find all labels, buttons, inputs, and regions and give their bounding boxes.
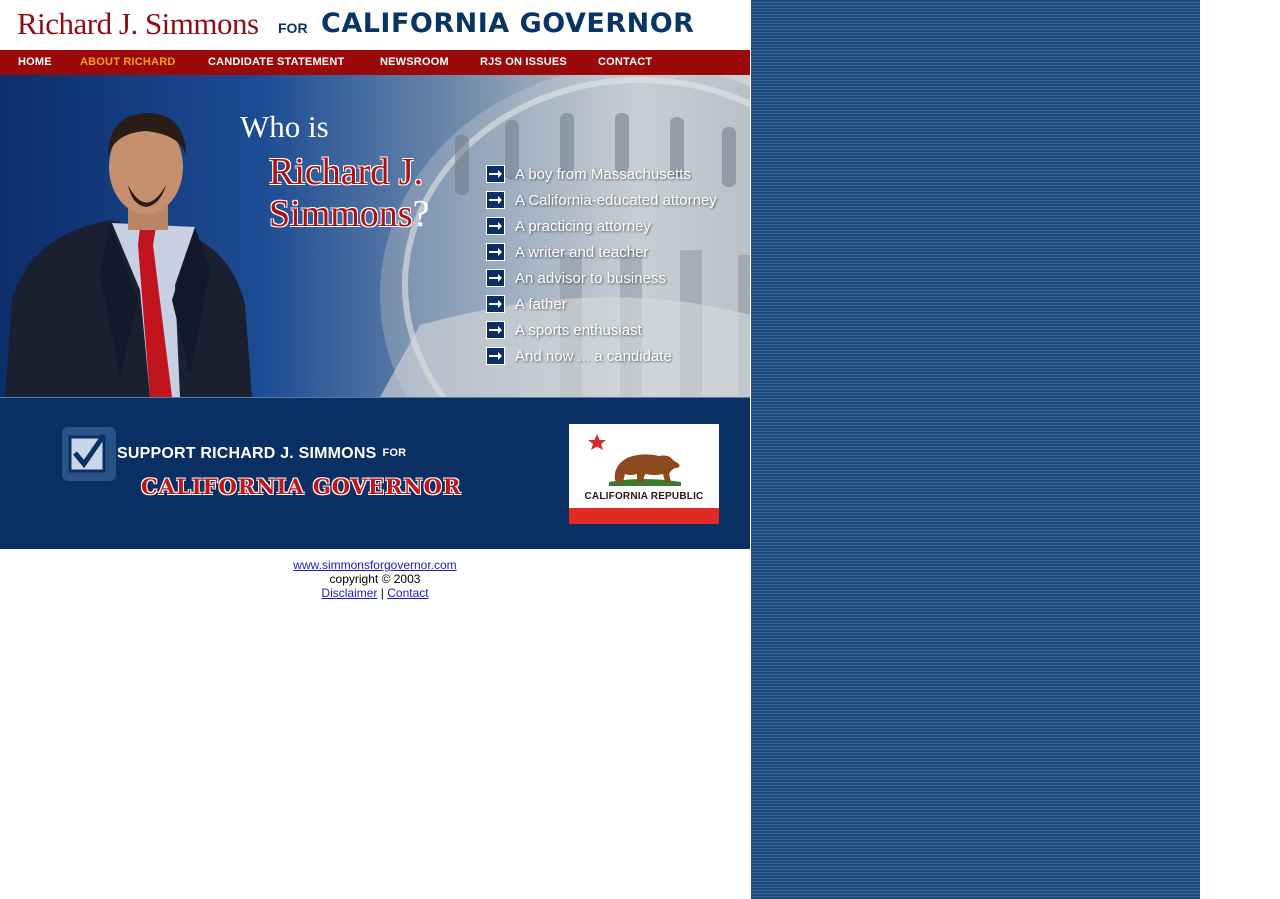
candidate-name-line2: Simmons — [269, 193, 413, 235]
arrow-right-icon — [486, 217, 505, 235]
question-mark: ? — [412, 193, 430, 235]
list-item: A writer and teacher — [486, 239, 717, 265]
support-text: SUPPORT RICHARD J. SIMMONS — [117, 445, 377, 462]
disclaimer-link[interactable]: Disclaimer — [321, 586, 377, 600]
support-office-title: CALIFORNIA GOVERNOR — [141, 474, 462, 499]
list-item: A boy from Massachusetts — [486, 161, 717, 187]
who-is-candidate-name: Richard J. Simmons? — [269, 151, 429, 235]
main-nav: HOME ABOUT RICHARD CANDIDATE STATEMENT N… — [0, 50, 750, 75]
bullet-text: And now ... a candidate — [515, 347, 672, 365]
bullet-text: A California-educated attorney — [515, 191, 717, 209]
bullet-text: A boy from Massachusetts — [515, 165, 691, 183]
page-content: Richard J. Simmons FOR CALIFORNIA GOVERN… — [0, 0, 750, 899]
nav-item-newsroom[interactable]: NEWSROOM — [380, 56, 449, 68]
star-icon — [588, 434, 606, 450]
list-item: A sports enthusiast — [486, 317, 717, 343]
who-is-heading: Who is — [240, 109, 329, 144]
site-header: Richard J. Simmons FOR CALIFORNIA GOVERN… — [0, 0, 750, 50]
support-banner[interactable]: SUPPORT RICHARD J. SIMMONS FOR CALIFORNIA… — [0, 397, 750, 549]
site-url-link[interactable]: www.simmonsforgovernor.com — [293, 558, 456, 572]
list-item: A father — [486, 291, 717, 317]
checkbox-check-icon — [62, 427, 116, 481]
arrow-right-icon — [486, 191, 505, 209]
arrow-right-icon — [486, 269, 505, 287]
support-for-text: FOR — [382, 447, 407, 459]
bullet-text: A father — [515, 295, 567, 313]
header-office-title: CALIFORNIA GOVERNOR — [321, 8, 695, 39]
site-footer: www.simmonsforgovernor.com copyright © 2… — [0, 558, 750, 600]
arrow-right-icon — [486, 295, 505, 313]
nav-item-contact[interactable]: CONTACT — [598, 56, 652, 68]
copyright-text: copyright © 2003 — [329, 572, 421, 586]
footer-contact-link[interactable]: Contact — [387, 586, 428, 600]
list-item: A practicing attorney — [486, 213, 717, 239]
bio-bullet-list: A boy from Massachusetts A California-ed… — [486, 161, 717, 369]
list-item: And now ... a candidate — [486, 343, 717, 369]
flag-red-stripe — [569, 508, 719, 524]
arrow-right-icon — [486, 243, 505, 261]
bullet-text: A sports enthusiast — [515, 321, 642, 339]
nav-item-about-richard[interactable]: ABOUT RICHARD — [80, 56, 175, 68]
candidate-name-logo: Richard J. Simmons — [17, 6, 259, 41]
california-bear-flag-icon: CALIFORNIA REPUBLIC — [569, 424, 719, 524]
flag-caption: CALIFORNIA REPUBLIC — [584, 491, 704, 502]
hero-banner: Who is Richard J. Simmons? A boy from Ma… — [0, 75, 750, 397]
bullet-text: A practicing attorney — [515, 217, 651, 235]
candidate-name-line1: Richard J. — [269, 151, 424, 193]
bullet-text: A writer and teacher — [515, 243, 649, 261]
nav-item-candidate-statement[interactable]: CANDIDATE STATEMENT — [208, 56, 344, 68]
header-for-text: FOR — [278, 20, 308, 36]
striped-background-panel — [751, 0, 1200, 899]
arrow-right-icon — [486, 165, 505, 183]
nav-item-home[interactable]: HOME — [18, 56, 52, 68]
footer-separator: | — [380, 586, 384, 600]
support-line1: SUPPORT RICHARD J. SIMMONS FOR — [117, 445, 406, 463]
nav-item-rjs-on-issues[interactable]: RJS ON ISSUES — [480, 56, 567, 68]
candidate-name-line2-wrap: Simmons? — [269, 193, 429, 235]
arrow-right-icon — [486, 321, 505, 339]
list-item: An advisor to business — [486, 265, 717, 291]
arrow-right-icon — [486, 347, 505, 365]
bullet-text: An advisor to business — [515, 269, 666, 287]
list-item: A California-educated attorney — [486, 187, 717, 213]
